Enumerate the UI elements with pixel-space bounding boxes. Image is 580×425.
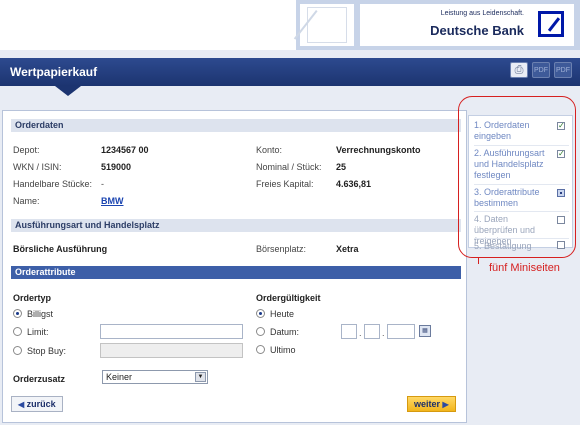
handelbare-value: - (101, 179, 104, 189)
db-square-graphic (300, 4, 354, 46)
heute-label: Heute (270, 309, 295, 319)
kapital-value: 4.636,81 (336, 179, 372, 189)
ultimo-radio[interactable] (256, 345, 265, 354)
datum-label: Datum: (270, 327, 300, 337)
kapital-label: Freies Kapital: (256, 179, 314, 189)
depot-label: Depot: (13, 145, 40, 155)
date-day-input[interactable] (341, 324, 357, 339)
wkn-value: 519000 (101, 162, 132, 172)
nominal-label: Nominal / Stück: (256, 162, 322, 172)
next-button[interactable]: weiter ▶ (407, 396, 456, 412)
arrow-right-icon: ▶ (442, 400, 449, 409)
konto-label: Konto: (256, 145, 283, 155)
deutsche-bank-logo-icon[interactable] (538, 11, 564, 37)
pdf-icon[interactable]: PDF (532, 62, 550, 78)
nominal-value: 25 (336, 162, 347, 172)
printer-icon[interactable]: ⎙ (510, 62, 528, 78)
chevron-down-icon[interactable]: ▼ (195, 372, 206, 382)
ultimo-label: Ultimo (270, 345, 296, 355)
limit-input[interactable] (100, 324, 243, 339)
next-button-label: weiter (414, 399, 441, 409)
orderzusatz-selected: Keiner (106, 372, 133, 382)
back-button-label: zurück (26, 399, 56, 409)
konto-value: Verrechnungskonto (336, 145, 421, 155)
pdf-icon[interactable]: PDF (554, 62, 572, 78)
annotation-pointer (478, 258, 488, 264)
depot-value: 1234567 00 (101, 145, 149, 155)
title-notch (55, 86, 81, 96)
gueltigkeit-title: Ordergültigkeit (256, 293, 321, 303)
billigst-radio[interactable] (13, 309, 22, 318)
wkn-label: WKN / ISIN: (13, 162, 62, 172)
annotation-note: fünf Miniseiten (489, 262, 560, 274)
limit-label: Limit: (27, 327, 49, 337)
date-separator: . (359, 328, 362, 338)
stop-buy-radio[interactable] (13, 346, 22, 355)
back-button[interactable]: ◀ zurück (11, 396, 63, 412)
boersenplatz-label: Börsenplatz: (256, 244, 307, 254)
section-ausfuehrung-header: Ausführungsart und Handelsplatz (11, 219, 461, 232)
date-month-input[interactable] (364, 324, 380, 339)
orderzusatz-label: Orderzusatz (13, 374, 66, 384)
handelbare-label: Handelbare Stücke: (13, 179, 93, 189)
date-separator: . (382, 328, 385, 338)
section-orderattribute-header: Orderattribute (11, 266, 461, 279)
datum-radio[interactable] (256, 327, 265, 336)
name-label: Name: (13, 196, 40, 206)
boersenplatz-value: Xetra (336, 244, 359, 254)
date-year-input[interactable] (387, 324, 415, 339)
orderzusatz-select[interactable]: Keiner ▼ (102, 370, 208, 384)
limit-radio[interactable] (13, 327, 22, 336)
heute-radio[interactable] (256, 309, 265, 318)
calendar-icon[interactable]: ▦ (419, 325, 431, 337)
stop-buy-input[interactable] (100, 343, 243, 358)
section-orderdaten-header: Orderdaten (11, 119, 461, 132)
billigst-label: Billigst (27, 309, 54, 319)
arrow-left-icon: ◀ (18, 400, 25, 409)
brand-name: Deutsche Bank (430, 23, 524, 38)
ausfuehrungsart-value: Börsliche Ausführung (13, 244, 108, 254)
title-toolbar: ⎙ PDF PDF (510, 62, 572, 78)
security-name-link[interactable]: BMW (101, 196, 124, 206)
stop-buy-label: Stop Buy: (27, 346, 67, 356)
brand-box: Leistung aus Leidenschaft. Deutsche Bank (360, 4, 574, 46)
brand-tagline: Leistung aus Leidenschaft. (440, 10, 524, 17)
ordertyp-title: Ordertyp (13, 293, 52, 303)
annotation-oval (458, 96, 576, 258)
order-form-panel: Orderdaten Depot: 1234567 00 WKN / ISIN:… (2, 110, 467, 423)
page-title: Wertpapierkauf (10, 65, 98, 79)
